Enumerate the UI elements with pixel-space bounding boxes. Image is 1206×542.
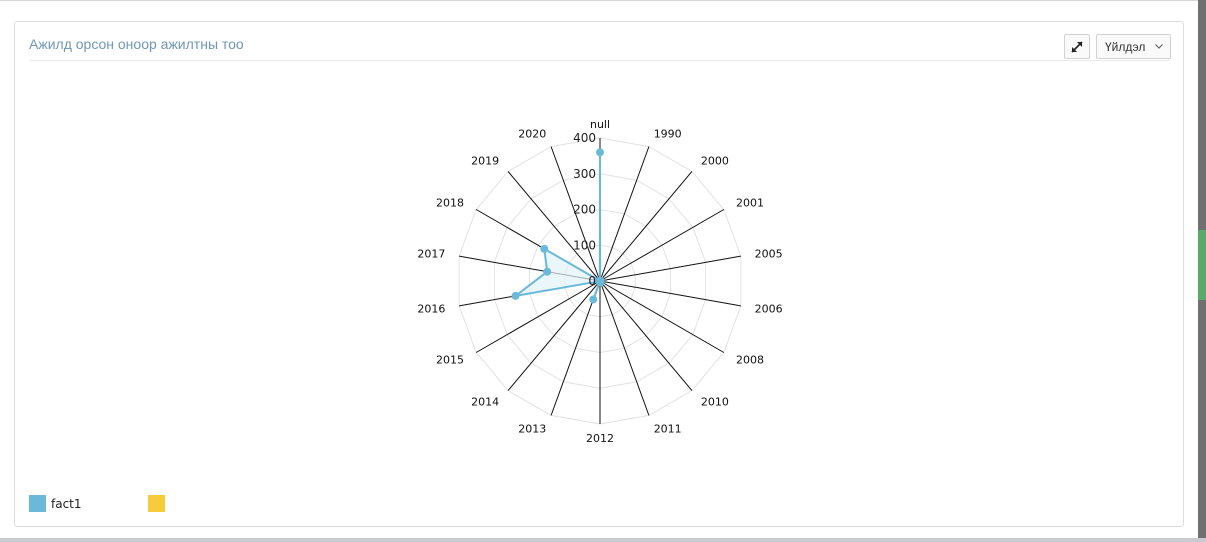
radial-tick-label: 100 <box>573 238 596 252</box>
category-label-null: null <box>590 118 610 131</box>
category-label-2006: 2006 <box>755 302 783 315</box>
radar-axis-1990 <box>599 146 650 282</box>
radar-axis-2011 <box>599 280 650 416</box>
category-label-2000: 2000 <box>701 155 729 168</box>
data-point-2013 <box>589 295 598 304</box>
radial-tick-label: 0 <box>588 274 596 288</box>
category-label-2011: 2011 <box>654 423 682 436</box>
data-point-2017 <box>543 267 552 276</box>
data-point-2020 <box>595 276 604 285</box>
radar-chart: 0 100 200 300 400null 1990 2000 2001 2005 2006 200… <box>417 118 783 445</box>
category-label-2017: 2017 <box>417 248 445 261</box>
category-label-2015: 2015 <box>436 354 464 367</box>
radial-tick-label: 400 <box>573 131 596 145</box>
radar-axis-2000 <box>599 171 693 282</box>
data-point-null <box>596 148 604 157</box>
category-label-2001: 2001 <box>736 197 764 210</box>
radial-tick-label: 300 <box>573 167 596 181</box>
radar-axis-2014 <box>507 280 601 391</box>
data-point-2018 <box>540 244 549 253</box>
radial-tick-label: 200 <box>573 203 596 217</box>
category-label-2012: 2012 <box>586 432 614 445</box>
category-label-2019: 2019 <box>471 155 499 168</box>
category-label-2020: 2020 <box>518 127 546 140</box>
category-label-1990: 1990 <box>654 127 682 140</box>
category-label-2014: 2014 <box>471 395 499 408</box>
category-label-2008: 2008 <box>736 354 764 367</box>
category-label-2016: 2016 <box>417 302 445 315</box>
category-label-2005: 2005 <box>755 248 783 261</box>
category-label-2018: 2018 <box>436 197 464 210</box>
category-label-2010: 2010 <box>701 395 729 408</box>
data-point-2016 <box>511 291 520 300</box>
radar-axis-2010 <box>599 280 693 391</box>
category-label-2013: 2013 <box>518 423 546 436</box>
